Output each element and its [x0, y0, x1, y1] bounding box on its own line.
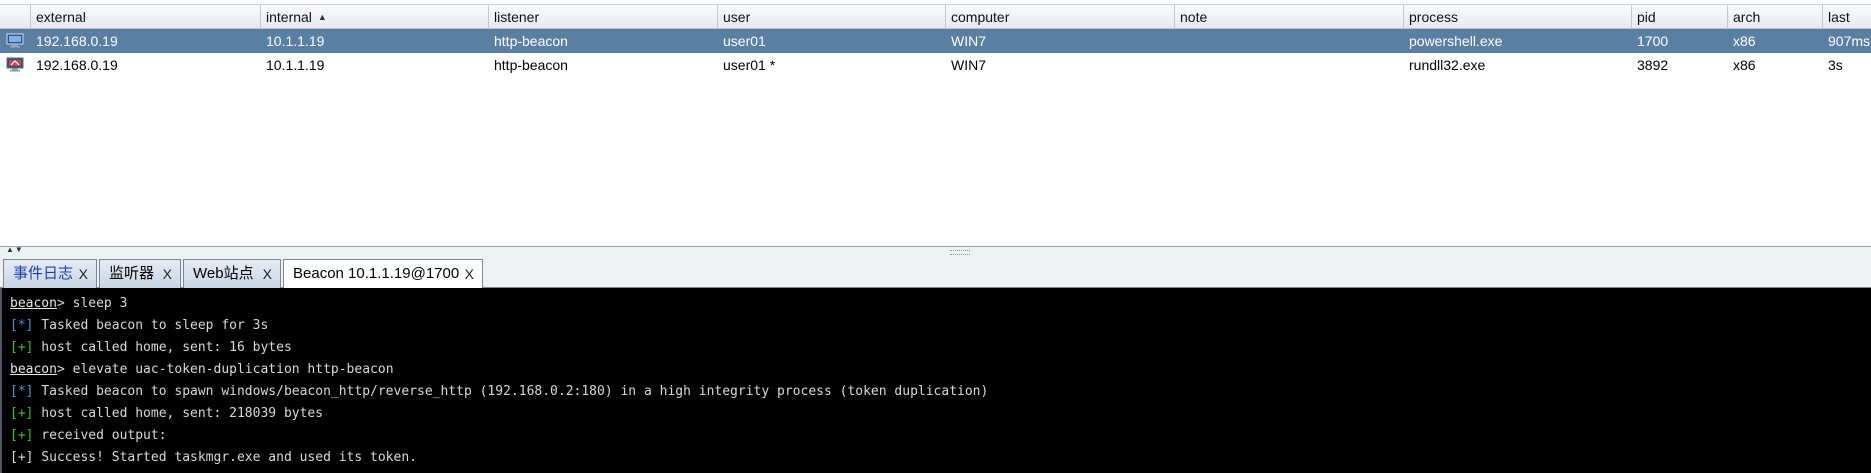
sort-ascending-icon: ▲ — [317, 12, 327, 22]
cell-last: 907ms — [1828, 33, 1871, 49]
table-header: external internal ▲ listener user compute… — [0, 4, 1871, 29]
column-header-last[interactable]: last — [1823, 5, 1871, 29]
close-icon[interactable]: X — [465, 260, 474, 288]
beacon-console-output[interactable]: beacon> sleep 3 [*] Tasked beacon to sle… — [0, 288, 1871, 473]
close-icon[interactable]: X — [263, 260, 272, 288]
cell-user: user01 — [723, 33, 766, 49]
table-row[interactable]: 192.168.0.19 10.1.1.19 http-beacon user0… — [0, 53, 1871, 77]
sessions-table: external internal ▲ listener user compute… — [0, 0, 1871, 247]
output-marker: [+] — [10, 450, 34, 465]
tab-bar: 事件日志 X 监听器 X Web站点 X Beacon 10.1.1.19@17… — [0, 256, 1871, 289]
console-line: [+] Success! Started taskmgr.exe and use… — [10, 450, 417, 465]
tab-listeners[interactable]: 监听器 X — [99, 259, 181, 288]
cell-pid: 1700 — [1637, 33, 1669, 49]
console-line: beacon> sleep 3 — [10, 296, 128, 311]
column-header-process[interactable]: process — [1404, 5, 1632, 29]
cell-arch: x86 — [1733, 33, 1756, 49]
cell-external: 192.168.0.19 — [36, 33, 118, 49]
cell-internal: 10.1.1.19 — [266, 33, 325, 49]
cell-user: user01 * — [723, 57, 776, 73]
column-header-user[interactable]: user — [718, 5, 946, 29]
tab-web-sites[interactable]: Web站点 X — [183, 259, 281, 288]
cell-arch: x86 — [1733, 57, 1756, 73]
drag-grip-icon[interactable] — [950, 250, 970, 255]
table-row[interactable]: 192.168.0.19 10.1.1.19 http-beacon user0… — [0, 29, 1871, 53]
beacon-session-elevated-icon — [6, 57, 24, 72]
column-header-icon[interactable] — [0, 5, 31, 29]
tab-label: 监听器 — [109, 265, 155, 282]
close-icon[interactable]: X — [79, 260, 88, 288]
prompt-prefix: beacon — [10, 296, 57, 311]
cell-process: powershell.exe — [1409, 33, 1503, 49]
cell-process: rundll32.exe — [1409, 57, 1486, 73]
success-marker: [+] — [10, 340, 34, 355]
column-header-external[interactable]: external — [31, 5, 261, 29]
column-header-arch[interactable]: arch — [1728, 5, 1823, 29]
console-line: [+] host called home, sent: 16 bytes — [10, 340, 292, 355]
collapse-expand-arrows-icon[interactable]: ▲▼ — [6, 245, 24, 254]
tab-event-log[interactable]: 事件日志 X — [3, 259, 97, 288]
console-line: beacon> elevate uac-token-duplication ht… — [10, 362, 394, 377]
prompt-prefix: beacon — [10, 362, 57, 377]
column-header-computer[interactable]: computer — [946, 5, 1175, 29]
cell-listener: http-beacon — [494, 57, 568, 73]
cell-note — [1175, 29, 1404, 53]
column-header-listener[interactable]: listener — [489, 5, 718, 29]
cell-computer: WIN7 — [951, 33, 986, 49]
info-marker: [*] — [10, 384, 34, 399]
cell-note — [1175, 53, 1404, 77]
cell-external: 192.168.0.19 — [36, 57, 118, 73]
cell-computer: WIN7 — [951, 57, 986, 73]
beacon-session-icon — [6, 33, 24, 48]
close-icon[interactable]: X — [163, 260, 172, 288]
cell-pid: 3892 — [1637, 57, 1669, 73]
tab-label: Web站点 — [193, 265, 254, 282]
column-header-note[interactable]: note — [1175, 5, 1404, 29]
cell-last: 3s — [1828, 57, 1843, 73]
console-line: [+] received output: — [10, 428, 167, 443]
success-marker: [+] — [10, 406, 34, 421]
split-pane-divider[interactable]: ▲▼ — [0, 245, 1871, 256]
console-line: [*] Tasked beacon to sleep for 3s — [10, 318, 269, 333]
column-header-pid[interactable]: pid — [1632, 5, 1728, 29]
column-header-internal[interactable]: internal ▲ — [261, 5, 489, 29]
tab-beacon-console[interactable]: Beacon 10.1.1.19@1700 X — [283, 259, 483, 289]
console-line: [*] Tasked beacon to spawn windows/beaco… — [10, 384, 989, 399]
tab-label: Beacon 10.1.1.19@1700 — [293, 265, 460, 282]
success-marker: [+] — [10, 428, 34, 443]
console-line: [+] host called home, sent: 218039 bytes — [10, 406, 324, 421]
tab-label: 事件日志 — [13, 265, 74, 282]
info-marker: [*] — [10, 318, 34, 333]
cell-listener: http-beacon — [494, 33, 568, 49]
cell-internal: 10.1.1.19 — [266, 57, 325, 73]
